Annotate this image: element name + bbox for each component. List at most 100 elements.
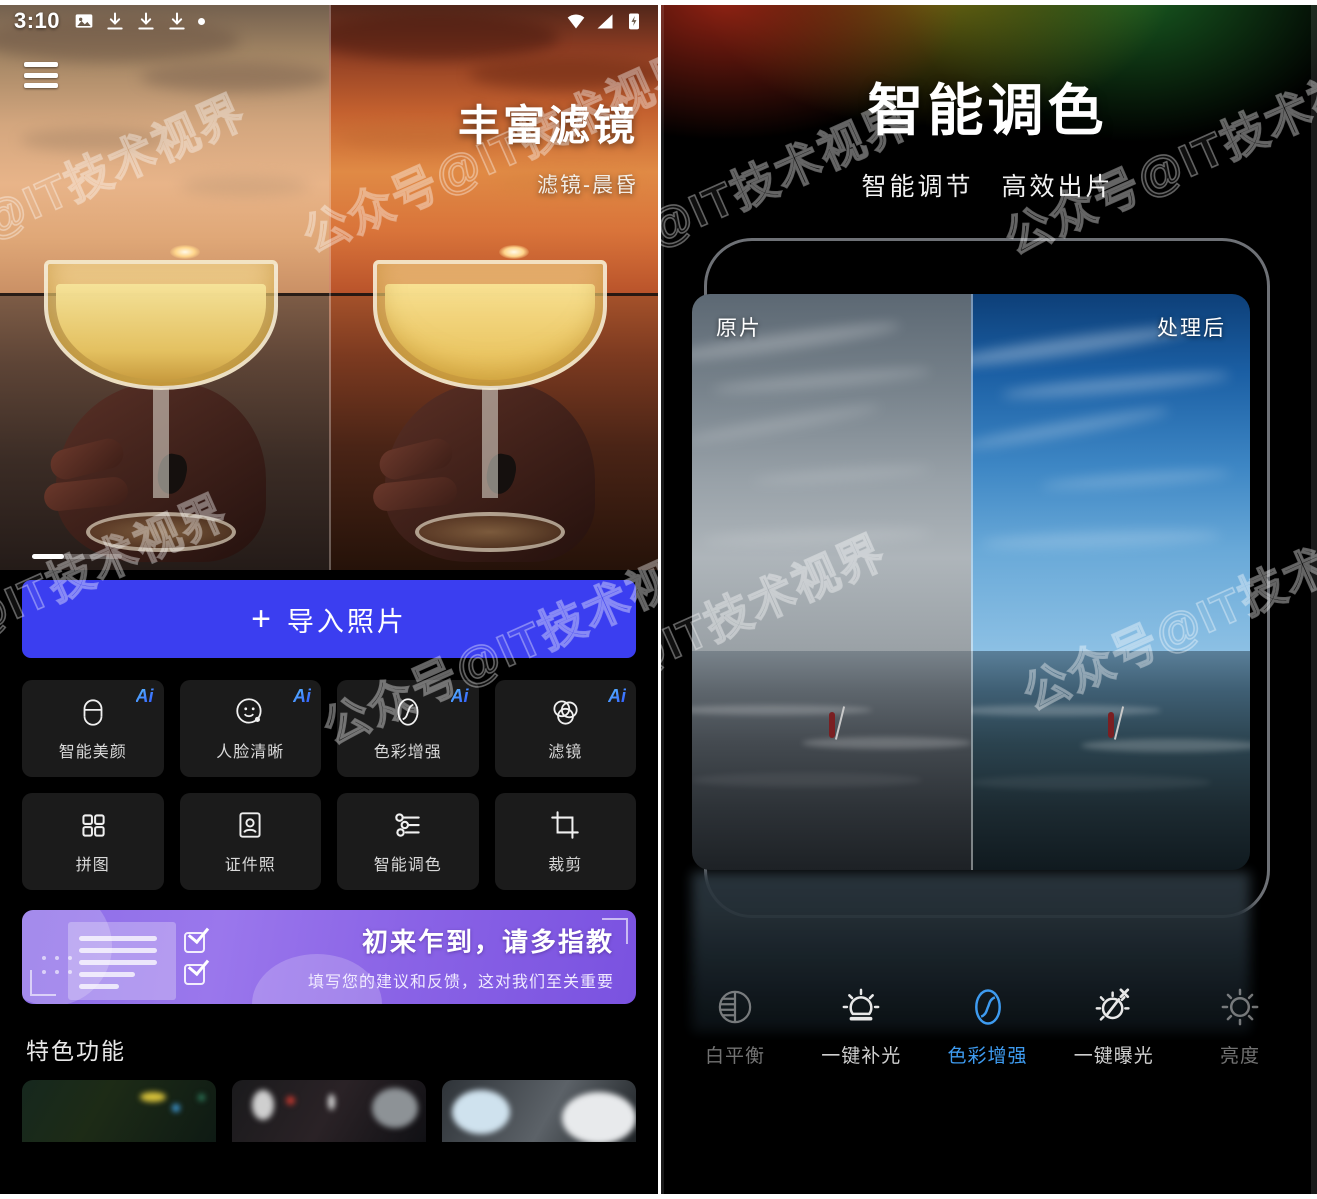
corner-bracket-icon: [30, 970, 56, 996]
hero-image: 丰富滤镜 滤镜-晨昏: [0, 0, 658, 570]
before-label: 原片: [716, 317, 762, 340]
checkbox-icon: [184, 964, 205, 985]
featured-card[interactable]: [232, 1080, 426, 1142]
import-photo-button[interactable]: + 导入照片: [22, 580, 636, 658]
promo-illustration: [32, 916, 247, 1000]
feature-tile-face-clarity[interactable]: Ai 人脸清晰: [179, 680, 321, 777]
crop-icon: [551, 811, 580, 839]
featured-cards-row: [22, 1080, 636, 1142]
toolbar-item-label: 一键曝光: [1073, 1045, 1154, 1067]
hero-subtitle: 滤镜-晨昏: [537, 174, 638, 197]
fill-light-icon: [842, 988, 880, 1020]
status-system-icons: [566, 11, 644, 31]
status-bar: 3:10: [0, 0, 658, 42]
toolbar-item-exposure[interactable]: 一键曝光: [1055, 985, 1173, 1068]
frame-bottom-border: [0, 1194, 1317, 1199]
left-panel-body: + 导入照片 Ai 智能美颜 Ai 人脸清晰 Ai 色彩增强 Ai 滤镜 拼图 …: [0, 570, 658, 1199]
color-enhance-icon: [397, 698, 419, 726]
sliders-icon: [395, 813, 420, 837]
panel-edge-highlight: [1311, 0, 1317, 1199]
beauty-face-icon: [83, 699, 103, 726]
image-icon: [75, 14, 93, 28]
feature-tile-label: 滤镜: [548, 744, 583, 761]
plus-icon: +: [251, 600, 271, 638]
feedback-promo-banner[interactable]: 初来乍到，请多指教 填写您的建议和反馈，这对我们至关重要: [22, 910, 636, 1004]
feature-tile-filter[interactable]: Ai 滤镜: [494, 680, 636, 777]
hamburger-menu-icon[interactable]: [24, 62, 58, 88]
exposure-off-icon: [1095, 987, 1130, 1021]
promo-subtitle: 填写您的建议和反馈，这对我们至关重要: [307, 974, 614, 991]
toolbar-item-label: 一键补光: [821, 1045, 902, 1067]
surfer-figure: [1108, 712, 1114, 738]
smiley-face-icon: [236, 698, 262, 724]
toolbar-item-white-balance[interactable]: 白平衡: [676, 985, 794, 1068]
after-label: 处理后: [1157, 317, 1226, 340]
feature-tile-label: 拼图: [75, 857, 110, 874]
feature-grid: Ai 智能美颜 Ai 人脸清晰 Ai 色彩增强 Ai 滤镜 拼图 证件照 智能调…: [22, 680, 636, 890]
featured-card[interactable]: [22, 1080, 216, 1142]
featured-card[interactable]: [442, 1080, 636, 1142]
feature-tile-smart-color[interactable]: 智能调色: [337, 793, 479, 890]
promo-headline: 智能调色: [867, 79, 1108, 142]
feature-tile-crop[interactable]: 裁剪: [494, 793, 636, 890]
toolbar-item-fill-light[interactable]: 一键补光: [802, 985, 920, 1068]
toolbar-item-color-enhance[interactable]: 色彩增强: [929, 985, 1047, 1068]
adjustment-toolbar: 白平衡 一键补光 色彩增强 一键曝光 亮度: [658, 971, 1317, 1081]
feature-tile-label: 色彩增强: [373, 744, 442, 761]
hero-title-block: 丰富滤镜 滤镜-晨昏: [458, 92, 638, 199]
cocktail-glass-before: [26, 240, 296, 570]
feature-tile-color-enhance[interactable]: Ai 色彩增强: [337, 680, 479, 777]
feature-tile-id-photo[interactable]: 证件照: [179, 793, 321, 890]
left-phone-panel: 丰富滤镜 滤镜-晨昏 3:10 + 导入照片 Ai 智能美颜 Ai 人脸清晰 A…: [0, 0, 658, 1199]
sea-original: [692, 651, 971, 870]
status-time: 3:10: [14, 8, 61, 33]
comparison-after: 处理后: [971, 294, 1250, 870]
filter-rings-icon: [553, 700, 578, 725]
ai-badge: Ai: [450, 686, 469, 706]
download-icon: [169, 12, 185, 30]
feature-tile-label: 证件照: [224, 857, 276, 874]
hero-page-indicator[interactable]: [32, 554, 122, 559]
sea-processed: [971, 651, 1250, 870]
ai-badge: Ai: [135, 686, 154, 706]
feature-tile-label: 智能调色: [373, 857, 442, 874]
checkbox-icon: [184, 932, 205, 953]
before-after-divider: [329, 0, 331, 570]
battery-charging-icon: [629, 13, 639, 30]
toolbar-item-brightness[interactable]: 亮度: [1181, 985, 1299, 1068]
comparison-before: 原片: [692, 294, 971, 870]
section-title-featured: 特色功能: [26, 1038, 126, 1064]
signal-icon: [597, 14, 613, 29]
promo-title: 初来乍到，请多指教: [361, 927, 614, 957]
brightness-icon: [1221, 988, 1259, 1025]
before-after-comparison: 原片 处理后: [692, 294, 1250, 870]
promo-subheadline: 智能调节 高效出片: [861, 173, 1114, 201]
promo-title-block: 智能调色 智能调节 高效出片: [658, 66, 1317, 203]
feature-tile-label: 人脸清晰: [216, 744, 285, 761]
feature-tile-beauty[interactable]: Ai 智能美颜: [22, 680, 164, 777]
collage-grid-icon: [82, 814, 105, 837]
comparison-divider[interactable]: [971, 294, 973, 870]
sky-original: [692, 294, 971, 652]
toolbar-item-label: 色彩增强: [947, 1045, 1028, 1067]
id-photo-icon: [239, 812, 261, 838]
import-photo-label: 导入照片: [286, 606, 407, 637]
feature-tile-collage[interactable]: 拼图: [22, 793, 164, 890]
toolbar-item-label: 亮度: [1219, 1045, 1260, 1067]
status-notification-icons: [74, 11, 206, 31]
hero-title: 丰富滤镜: [457, 102, 638, 149]
promo-text-block: 初来乍到，请多指教 填写您的建议和反馈，这对我们至关重要: [308, 922, 614, 992]
dot-icon: [198, 17, 206, 25]
toolbar-item-label: 白平衡: [704, 1045, 765, 1067]
ai-badge: Ai: [293, 686, 311, 706]
wifi-icon: [567, 14, 585, 29]
color-enhance-icon: [974, 988, 1001, 1025]
frame-top-border: [0, 0, 1317, 5]
feature-tile-label: 智能美颜: [58, 744, 127, 761]
screenshot-stage: 丰富滤镜 滤镜-晨昏 3:10 + 导入照片 Ai 智能美颜 Ai 人脸清晰 A…: [0, 0, 1317, 1199]
right-promo-panel: 智能调色 智能调节 高效出片 原片 处理后 白平衡 一键补光 色彩增强 一键曝光…: [658, 0, 1317, 1199]
download-icon: [107, 12, 123, 30]
cocktail-glass-after: [355, 240, 625, 570]
sky-processed: [971, 294, 1250, 652]
hero-after-image: [329, 0, 658, 570]
